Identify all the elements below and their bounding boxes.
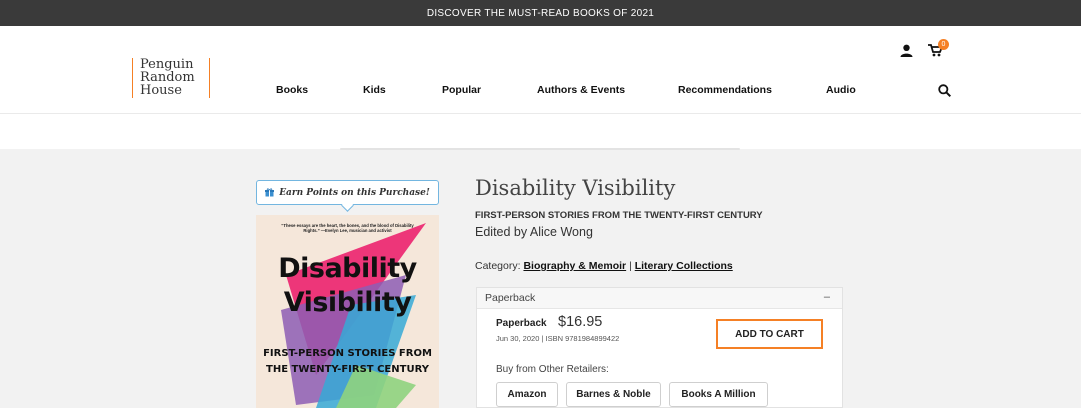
header-spacer xyxy=(0,113,1081,149)
format-accordion-header[interactable]: Paperback – xyxy=(477,288,842,309)
earn-points-text: Earn Points on this Purchase! xyxy=(279,187,430,198)
other-retailers-label: Buy from Other Retailers: xyxy=(496,364,609,375)
format-meta: Jun 30, 2020 | ISBN 9781984899422 xyxy=(496,334,620,343)
format-price: $16.95 xyxy=(558,314,603,330)
format-name: Paperback xyxy=(496,318,547,329)
user-icon[interactable] xyxy=(899,43,913,57)
book-title: Disability Visibility xyxy=(475,176,676,200)
gift-icon xyxy=(265,188,275,197)
format-header-label: Paperback xyxy=(485,292,536,304)
category-label: Category: xyxy=(475,260,521,272)
promo-bar-text[interactable]: DISCOVER THE MUST-READ BOOKS OF 2021 xyxy=(427,8,654,19)
format-panel: Paperback – Paperback $16.95 Jun 30, 202… xyxy=(476,287,843,408)
book-category: Category: Biography & Memoir | Literary … xyxy=(475,260,733,272)
nav-item-audio[interactable]: Audio xyxy=(826,84,856,96)
retailer-button-amazon[interactable]: Amazon xyxy=(496,382,558,407)
cover-title-line-2: Visibility xyxy=(283,287,412,318)
nav-item-books[interactable]: Books xyxy=(276,84,308,96)
main-nav: Books Kids Popular Authors & Events Reco… xyxy=(0,84,1081,98)
cart-count-badge: 0 xyxy=(938,39,949,50)
category-link-biography-memoir[interactable]: Biography & Memoir xyxy=(523,260,626,272)
retailer-button-books-a-million[interactable]: Books A Million xyxy=(669,382,768,407)
nav-item-kids[interactable]: Kids xyxy=(363,84,386,96)
cover-subtitle-line-1: FIRST-PERSON STORIES FROM xyxy=(263,348,432,359)
category-separator: | xyxy=(629,260,632,272)
promo-bar[interactable]: DISCOVER THE MUST-READ BOOKS OF 2021 xyxy=(0,0,1081,26)
book-cover[interactable]: “These essays are the heart, the bones, … xyxy=(256,215,439,408)
cover-subtitle-line-2: THE TWENTY-FIRST CENTURY xyxy=(266,364,429,375)
cover-quote: “These essays are the heart, the bones, … xyxy=(281,223,414,234)
add-to-cart-button[interactable]: ADD TO CART xyxy=(716,319,823,349)
nav-item-popular[interactable]: Popular xyxy=(442,84,481,96)
retailer-button-barnes-noble[interactable]: Barnes & Noble xyxy=(566,382,661,407)
nav-item-recommendations[interactable]: Recommendations xyxy=(678,84,772,96)
cover-title-line-1: Disability xyxy=(278,253,417,284)
category-link-literary-collections[interactable]: Literary Collections xyxy=(635,260,733,272)
site-header: Penguin Random House 0 Books Kids Popula… xyxy=(0,26,1081,113)
collapse-icon[interactable]: – xyxy=(824,291,830,303)
nav-item-authors-events[interactable]: Authors & Events xyxy=(537,84,625,96)
divider xyxy=(340,148,740,150)
search-icon[interactable] xyxy=(937,83,951,97)
book-editor: Edited by Alice Wong xyxy=(475,225,593,239)
book-subtitle: FIRST-PERSON STORIES FROM THE TWENTY-FIR… xyxy=(475,210,763,221)
